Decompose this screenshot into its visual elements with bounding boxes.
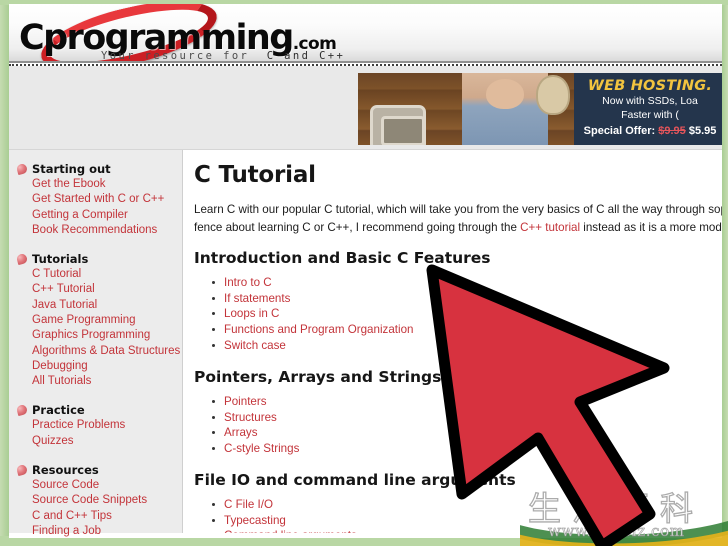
intro-text-2: fence about learning C or C++, I recomme… [194,220,521,234]
section-links-file-io: C File I/O Typecasting Command line argu… [194,497,722,533]
list-item: Switch case [212,338,722,354]
bullet-orb-icon [15,463,29,476]
ad-price-new: $5.95 [688,124,717,137]
sidebar-group-starting-out: Starting out Get the Ebook Get Started w… [15,162,182,238]
link-switch-case[interactable]: Switch case [224,339,286,352]
ad-radio-icon [370,105,426,145]
bullet-orb-icon [15,162,29,176]
sidebar-link-all-tutorials[interactable]: All Tutorials [17,374,182,389]
ad-guitar-icon [536,75,570,115]
web-hosting-ad-banner[interactable]: WEB HOSTING. Now with SSDs, Loa Faster w… [358,73,722,145]
link-pointers[interactable]: Pointers [224,395,267,408]
cpp-tutorial-link[interactable]: C++ tutorial [520,221,580,234]
link-loops-in-c[interactable]: Loops in C [224,307,279,320]
list-item: Functions and Program Organization [212,322,722,338]
sidebar-link-c-tutorial[interactable]: C Tutorial [17,267,182,282]
sidebar-heading-tutorials: Tutorials [15,252,182,267]
sidebar-link-quizzes[interactable]: Quizzes [17,434,182,449]
sidebar-link-game-programming[interactable]: Game Programming [17,313,182,328]
sidebar-link-source-code-snippets[interactable]: Source Code Snippets [17,493,182,508]
link-arrays[interactable]: Arrays [224,426,258,439]
sidebar-link-cpp-tutorial[interactable]: C++ Tutorial [17,282,182,297]
ad-line-1: Now with SSDs, Loa [602,95,698,108]
ad-person-photo [462,73,548,145]
main-content: C Tutorial Learn C with our popular C tu… [183,150,722,533]
page-frame-left [0,0,9,546]
section-heading-introduction: Introduction and Basic C Features [194,248,491,267]
page-title: C Tutorial [194,162,316,188]
ad-copy: WEB HOSTING. Now with SSDs, Loa Faster w… [574,73,722,145]
link-intro-to-c[interactable]: Intro to C [224,276,272,289]
sidebar-link-finding-a-job[interactable]: Finding a Job [17,524,182,538]
ad-offer: Special Offer: $9.95 $5.95 [580,125,720,137]
list-item: Intro to C [212,275,722,291]
sidebar-heading-label: Resources [32,462,99,477]
ad-strip: WEB HOSTING. Now with SSDs, Loa Faster w… [9,66,722,150]
link-functions-and-program-organization[interactable]: Functions and Program Organization [224,323,413,336]
sidebar-link-get-the-ebook[interactable]: Get the Ebook [17,177,182,192]
list-item: Structures [212,410,722,426]
bullet-orb-icon [15,253,29,266]
sidebar-group-resources: Resources Source Code Source Code Snippe… [15,462,182,538]
sidebar-link-java-tutorial[interactable]: Java Tutorial [17,298,182,313]
section-links-introduction: Intro to C If statements Loops in C Func… [194,275,722,354]
sidebar-link-debugging[interactable]: Debugging [17,359,182,374]
ad-line-2: Faster with ( [621,108,679,121]
sidebar-heading-resources: Resources [15,462,182,477]
sidebar-link-source-code[interactable]: Source Code [17,478,182,493]
ad-price-old: $9.95 [658,124,686,137]
sidebar-link-algorithms[interactable]: Algorithms & Data Structures [17,344,182,359]
list-item: Arrays [212,425,722,441]
section-heading-pointers: Pointers, Arrays and Strings [194,367,442,386]
site-logo[interactable]: Cprogramming.com Your resource for C and… [13,4,343,66]
intro-paragraph: Learn C with our popular C tutorial, whi… [194,201,722,237]
sidebar-heading-label: Practice [32,403,85,418]
intro-text-3: instead as it is a more mod [580,220,722,234]
sidebar-group-practice: Practice Practice Problems Quizzes [15,403,182,449]
sidebar-link-getting-a-compiler[interactable]: Getting a Compiler [17,208,182,223]
sidebar-group-tutorials: Tutorials C Tutorial C++ Tutorial Java T… [15,252,182,389]
intro-text-1: Learn C with our popular C tutorial, whi… [194,203,722,216]
sidebar-link-c-and-cpp-tips[interactable]: C and C++ Tips [17,509,182,524]
list-item: Loops in C [212,306,722,322]
link-command-line-arguments[interactable]: Command line arguments [224,529,357,533]
sidebar-link-practice-problems[interactable]: Practice Problems [17,418,182,433]
section-links-pointers: Pointers Structures Arrays C-style Strin… [194,394,722,457]
link-c-file-io[interactable]: C File I/O [224,498,273,511]
sidebar-link-book-recommendations[interactable]: Book Recommendations [17,223,182,238]
section-heading-file-io: File IO and command line arguments [194,470,516,489]
site-container: Cprogramming.com Your resource for C and… [9,4,722,538]
link-typecasting[interactable]: Typecasting [224,514,286,527]
ad-offer-label: Special Offer: [583,124,656,137]
ad-photo [358,73,574,145]
screenshot-root: Cprogramming.com Your resource for C and… [0,0,728,546]
page-frame-right [722,0,728,546]
sidebar-link-get-started[interactable]: Get Started with C or C++ [17,192,182,207]
list-item: Pointers [212,394,722,410]
sidebar-heading-label: Tutorials [32,252,89,267]
link-structures[interactable]: Structures [224,411,277,424]
sidebar-heading-starting-out: Starting out [15,162,182,176]
link-if-statements[interactable]: If statements [224,292,290,305]
ad-headline: WEB HOSTING. [587,78,713,94]
sidebar-heading-practice: Practice [15,403,182,418]
link-c-style-strings[interactable]: C-style Strings [224,442,299,455]
body-columns: Starting out Get the Ebook Get Started w… [9,150,722,537]
list-item: If statements [212,291,722,307]
list-item: Typecasting [212,513,722,529]
list-item: Command line arguments [224,528,722,533]
sidebar-heading-label: Starting out [32,162,111,176]
list-item: C File I/O [212,497,722,513]
list-item: C-style Strings [212,441,722,457]
site-header: Cprogramming.com Your resource for C and… [9,4,722,66]
sidebar-link-graphics-programming[interactable]: Graphics Programming [17,328,182,343]
bullet-orb-icon [15,404,29,417]
sidebar: Starting out Get the Ebook Get Started w… [9,150,183,537]
